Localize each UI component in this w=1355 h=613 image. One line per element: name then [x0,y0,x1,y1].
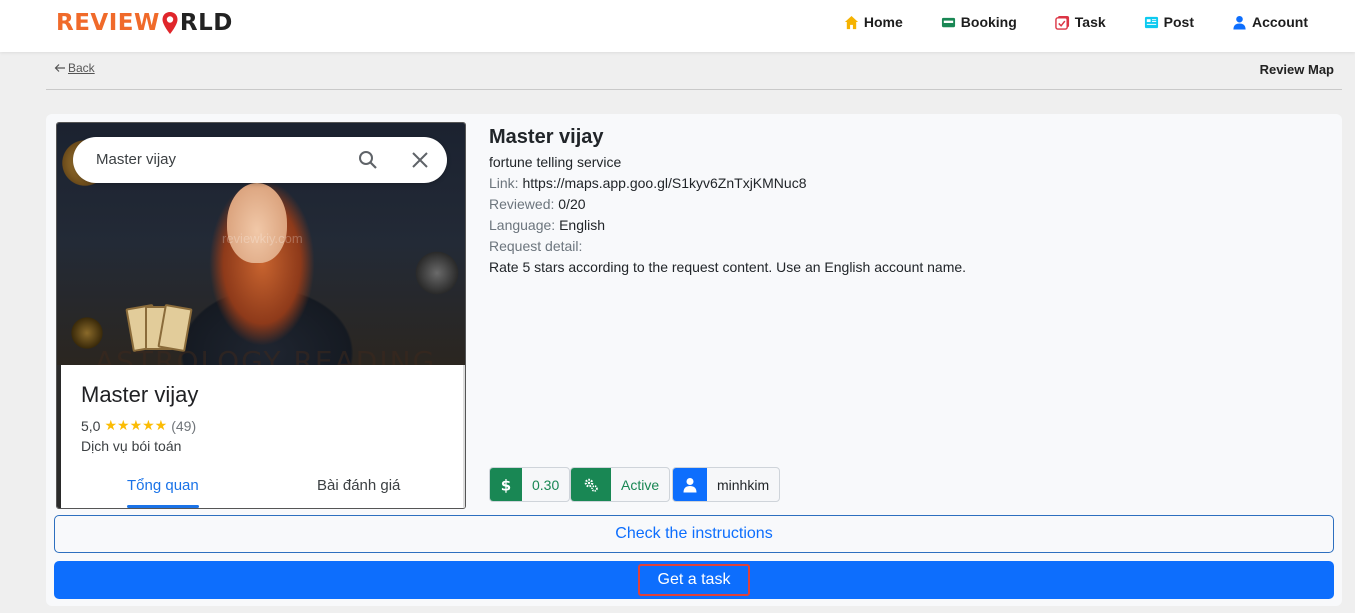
place-link[interactable]: https://maps.app.goo.gl/S1kyv6ZnTxjKMNuc… [522,175,806,191]
user-badge-icon-box [673,468,707,501]
house-icon [844,15,858,29]
header-divider [46,89,1342,90]
page-title: Review Map [1259,62,1334,77]
nav-account-label: Account [1252,14,1308,30]
brand-text-review: REVIEW [56,10,160,36]
person-icon [1233,15,1246,30]
nav-home[interactable]: Home [825,14,922,30]
request-detail-key: Request detail: [489,238,583,254]
get-task-label: Get a task [637,564,751,596]
maps-rating-row: 5,0 ★★★★★ (49) [81,417,196,434]
price-value: 0.30 [532,476,560,493]
get-task-button[interactable]: Get a task [54,561,1334,599]
maps-rating-value: 5,0 [81,417,101,434]
place-link-row: Link: https://maps.app.goo.gl/S1kyv6ZnTx… [489,175,807,191]
place-title: Master vijay [489,126,604,148]
maps-tab-overview: Tổng quan [127,477,199,494]
place-subtitle: fortune telling service [489,154,622,170]
maps-tab-indicator [127,505,199,508]
dollar-icon: $ [501,477,511,493]
language-value: English [559,217,605,233]
reviewed-row: Reviewed: 0/20 [489,196,586,212]
top-navbar: REVIEW RLD Home Booking Task Post Accoun… [0,0,1355,52]
status-badge-icon-box [571,468,611,501]
reviewed-value: 0/20 [558,196,586,212]
maps-search-query: Master vijay [96,151,177,168]
ticket-icon [941,17,955,27]
user-icon [683,477,697,492]
language-row: Language: English [489,217,605,233]
search-icon [359,151,377,169]
nav-task[interactable]: Task [1036,14,1125,30]
place-screenshot: reviewkiy.com ASTROLOGY READING Master v… [56,122,466,509]
user-badge: minhkim [672,467,781,502]
back-link[interactable]: Back [54,61,95,75]
task-icon [1055,15,1069,30]
back-link-label: Back [68,61,95,75]
nav-post-label: Post [1163,14,1194,30]
svg-text:$: $ [501,477,511,493]
main-nav: Home Booking Task Post Account [825,0,1327,44]
nav-post[interactable]: Post [1125,14,1213,30]
image-watermark: reviewkiy.com [222,231,303,246]
price-badge-icon-box: $ [490,468,522,501]
star-rating-icon: ★★★★★ [104,417,168,433]
link-key: Link: [489,175,519,191]
close-icon [412,152,428,168]
gears-icon [584,478,598,492]
maps-review-count: (49) [171,417,197,434]
panel-edge-left [57,365,61,508]
brand-logo[interactable]: REVIEW RLD [56,8,233,38]
maps-place-category: Dịch vụ bói toán [81,438,182,454]
nav-booking[interactable]: Booking [922,14,1036,30]
nav-task-label: Task [1074,14,1106,30]
user-value: minhkim [717,476,770,493]
language-key: Language: [489,217,556,233]
maps-place-panel: Master vijay 5,0 ★★★★★ (49) Dịch vụ bói … [57,365,465,508]
portrait-face [227,183,287,263]
reviewed-key: Reviewed: [489,196,555,212]
nav-booking-label: Booking [960,14,1017,30]
request-detail-text: Rate 5 stars according to the request co… [489,259,967,275]
maps-search-bar: Master vijay [73,137,447,183]
price-badge: $ 0.30 [489,467,571,502]
check-instructions-button[interactable]: Check the instructions [54,515,1334,553]
status-value: Active [621,476,660,493]
status-badge: Active [570,467,671,502]
nav-account[interactable]: Account [1213,14,1327,30]
panel-edge-right [463,365,465,508]
newspaper-icon [1144,16,1158,28]
brand-text-world: RLD [179,10,233,36]
request-detail-row: Request detail: [489,238,582,254]
nav-home-label: Home [863,14,903,30]
arrow-left-icon [54,64,65,72]
map-pin-logo-icon [162,12,178,34]
maps-place-title: Master vijay [81,382,199,407]
maps-tab-reviews: Bài đánh giá [317,477,401,494]
